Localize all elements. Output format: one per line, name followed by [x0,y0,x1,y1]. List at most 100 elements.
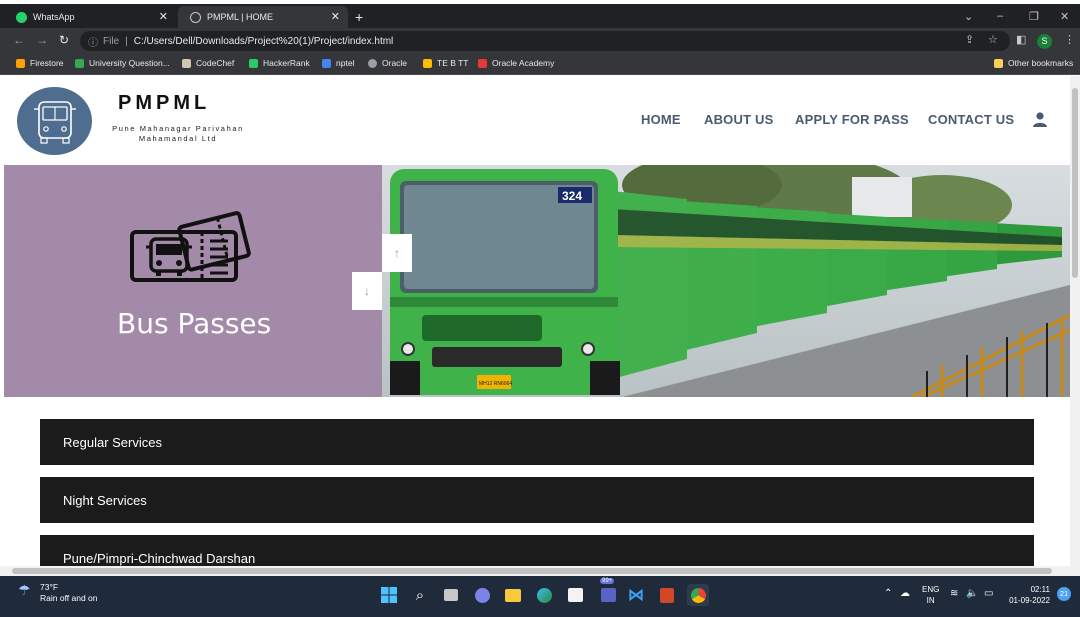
search-icon[interactable]: ⌕ [409,584,431,606]
clock-date: 01-09-2022 [1009,596,1050,605]
bookmark-label: nptel [336,58,355,68]
close-icon[interactable]: ✕ [159,10,168,23]
separator: | [125,35,128,47]
hero-title: Bus Passes [117,307,272,340]
language-indicator[interactable]: ENG IN [922,584,939,606]
site-logo[interactable] [17,87,92,155]
tab-title: WhatsApp [33,12,75,22]
volume-icon[interactable]: 🔈 [966,588,978,599]
vertical-scrollbar[interactable] [1070,76,1080,566]
hero-bus-passes-panel [4,165,382,397]
bookmark-firestore[interactable]: Firestore [16,58,64,68]
bookmarks-bar: Firestore University Question... CodeChe… [0,54,1080,75]
tab-whatsapp[interactable]: WhatsApp ✕ [4,6,176,28]
wifi-icon[interactable]: ≋ [950,588,958,599]
page-viewport: PMPML Pune Mahanagar Parivahan Mahamanda… [0,76,1070,566]
horizontal-scrollbar[interactable] [0,566,1080,576]
forward-icon[interactable]: → [36,33,48,47]
window-close-icon[interactable]: ✕ [1060,10,1069,23]
globe-icon [368,58,377,68]
accordion-night-services[interactable]: Night Services [40,477,1034,523]
new-tab-icon[interactable]: + [355,9,363,25]
side-panel-icon[interactable]: ◧ [1016,33,1026,46]
url-text: C:/Users/Dell/Downloads/Project%20(1)/Pr… [133,35,394,47]
firestore-icon [16,58,25,68]
screen: WhatsApp ✕ PMPML | HOME ✕ + ⌄ – ❐ ✕ ← → … [0,0,1080,617]
bookmark-star-icon[interactable]: ☆ [988,33,998,46]
edge-icon[interactable] [533,584,555,606]
nav-home[interactable]: HOME [641,112,681,127]
tab-search-chevron-icon[interactable]: ⌄ [964,10,973,23]
close-icon[interactable]: ✕ [331,10,340,23]
teams-icon[interactable]: 99+ [597,578,619,606]
cloud-icon[interactable]: ☁ [900,588,910,599]
address-input[interactable]: ⓘ File | C:/Users/Dell/Downloads/Project… [80,31,1010,51]
user-icon[interactable] [1033,112,1047,127]
folder-icon [994,58,1003,68]
bookmark-label: University Question... [89,58,170,68]
other-bookmarks[interactable]: Other bookmarks [994,58,1073,68]
nptel-icon [322,58,331,68]
vscode-icon[interactable]: ⋈ [625,584,647,606]
arrow-down-icon: ↓ [364,284,370,298]
powerpoint-icon[interactable] [656,584,678,606]
bookmark-label: TE B TT [437,58,469,68]
tab-strip: WhatsApp ✕ PMPML | HOME ✕ + ⌄ – ❐ ✕ [0,4,1080,28]
info-icon: ⓘ [88,37,98,49]
oracle-icon [478,58,487,68]
bookmark-label: Oracle Academy [492,58,555,68]
carousel-prev-button[interactable]: ↑ [382,234,412,272]
menu-kebab-icon[interactable]: ⋮ [1064,33,1075,46]
teams-badge: 99+ [600,578,615,584]
bookmark-oracle[interactable]: Oracle [368,58,407,68]
task-view-icon[interactable] [440,584,462,606]
codechef-icon [182,58,191,68]
brand-subtitle: Pune Mahanagar Parivahan Mahamandal Ltd [112,124,244,143]
show-hidden-icons-chevron-icon[interactable]: ⌃ [884,588,892,599]
bookmark-label: CodeChef [196,58,235,68]
windows-start-icon[interactable] [378,584,400,606]
clock-time: 02:11 [1030,585,1050,594]
scroll-thumb[interactable] [12,568,1052,574]
accordion-darshan[interactable]: Pune/Pimpri-Chinchwad Darshan [40,535,1034,566]
restore-icon[interactable]: ❐ [1029,10,1039,23]
share-icon[interactable]: ⇪ [965,33,974,46]
profile-avatar[interactable]: S [1037,34,1052,49]
bookmark-oracle-academy[interactable]: Oracle Academy [478,58,554,68]
reload-icon[interactable]: ↻ [59,33,69,47]
address-bar-row: ← → ↻ ⓘ File | C:/Users/Dell/Downloads/P… [0,28,1080,54]
back-icon[interactable]: ← [13,33,25,47]
scroll-thumb[interactable] [1072,88,1078,278]
bookmark-te-b-tt[interactable]: TE B TT [423,58,469,68]
file-explorer-icon[interactable] [502,584,524,606]
bus-logo-icon [34,101,76,144]
bookmark-hackerrank[interactable]: HackerRank [249,58,310,68]
language-bottom: IN [926,596,935,605]
bookmark-label: HackerRank [263,58,310,68]
nav-about-us[interactable]: ABOUT US [704,112,774,127]
other-bookmarks-label: Other bookmarks [1008,58,1074,68]
battery-icon[interactable]: ▭ [984,588,993,599]
bookmark-label: Oracle [382,58,408,68]
chrome-icon[interactable] [687,584,709,606]
weather-text: Rain off and on [40,593,98,603]
notification-badge[interactable]: 21 [1057,587,1071,601]
teams-chat-icon[interactable] [471,584,493,606]
carousel-next-button[interactable]: ↓ [352,272,382,310]
nav-contact-us[interactable]: CONTACT US [928,112,1014,127]
store-icon[interactable] [564,584,586,606]
bookmark-nptel[interactable]: nptel [322,58,354,68]
whatsapp-icon [16,11,27,23]
route-number-text: 324 [562,189,582,203]
umbrella-icon: ☂ [18,582,31,598]
minimize-icon[interactable]: – [997,10,1003,22]
drive-icon [75,58,84,68]
bus-photo: 324 MH12 RN6064 [382,165,1070,397]
tab-pmpml-home[interactable]: PMPML | HOME ✕ [178,6,348,28]
accordion-regular-services[interactable]: Regular Services [40,419,1034,465]
bookmark-university-question[interactable]: University Question... [75,58,170,68]
bookmark-codechef[interactable]: CodeChef [182,58,234,68]
ticket-icon [130,211,251,282]
nav-apply-for-pass[interactable]: APPLY FOR PASS [795,112,909,127]
clock[interactable]: 02:11 01-09-2022 [1004,584,1050,606]
